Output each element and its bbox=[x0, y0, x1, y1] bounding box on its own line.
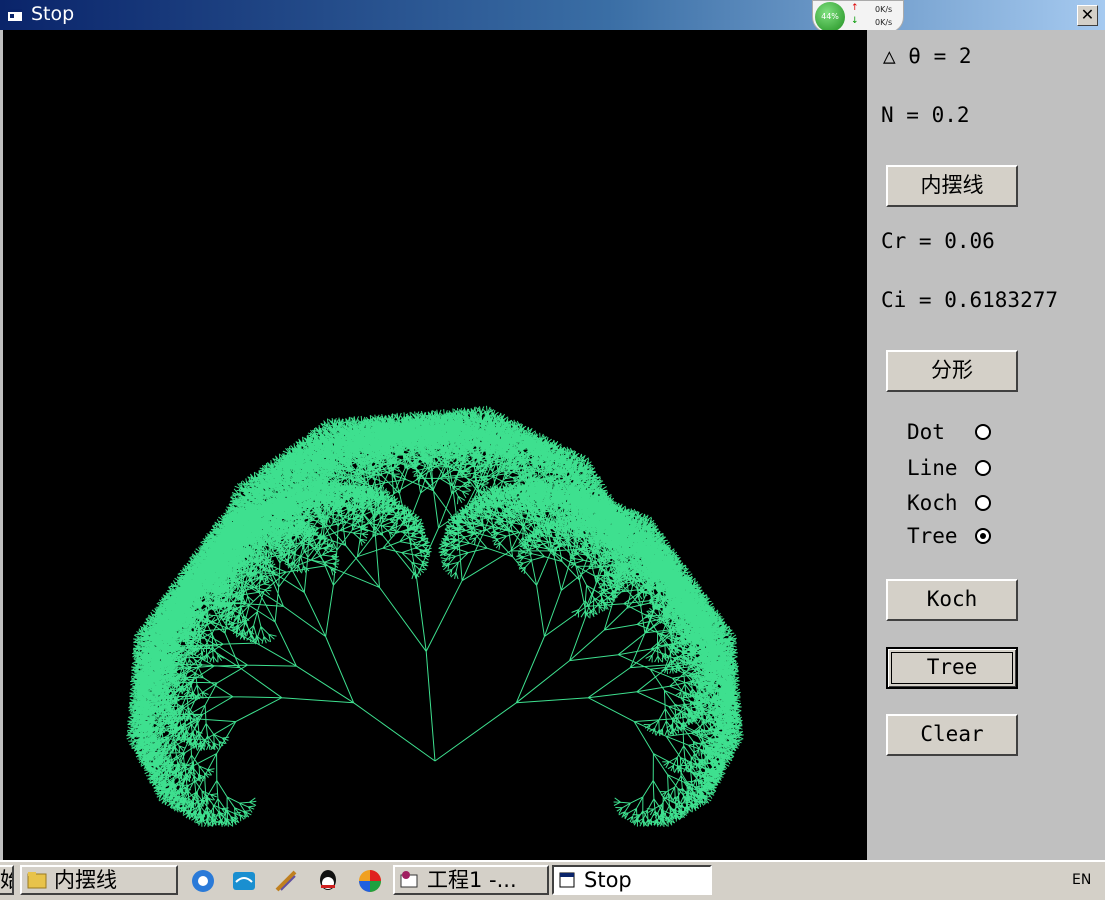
cpu-usage-ball: 44% bbox=[815, 2, 845, 32]
form-window-icon bbox=[559, 872, 575, 888]
task-folder[interactable]: 内摆线 bbox=[20, 865, 178, 895]
control-panel: △ θ = 2 N = 0.2 内摆线 Cr = 0.06 Ci = 0.618… bbox=[867, 30, 1103, 860]
language-indicator[interactable]: EN bbox=[1072, 872, 1091, 888]
n-label: N = 0.2 bbox=[881, 103, 970, 127]
clear-button[interactable]: Clear bbox=[886, 714, 1018, 756]
color-wheel-icon[interactable] bbox=[357, 868, 383, 894]
app-window-icon bbox=[8, 9, 22, 21]
hypocycloid-button[interactable]: 内摆线 bbox=[886, 165, 1018, 207]
task-vb-project[interactable]: 工程1 -... bbox=[393, 865, 549, 895]
title-bar[interactable]: Stop ✕ bbox=[0, 0, 1105, 30]
task-label: Stop bbox=[584, 868, 632, 892]
taskbar: 始 内摆线 工程1 -... Stop EN bbox=[0, 860, 1105, 900]
task-label: 工程1 -... bbox=[427, 868, 517, 892]
fractal-tree bbox=[126, 405, 744, 827]
upload-speed: 0K/s bbox=[875, 5, 893, 14]
qq-icon[interactable] bbox=[315, 868, 341, 894]
download-speed: 0K/s bbox=[875, 18, 893, 27]
folder-icon bbox=[27, 872, 47, 889]
close-button[interactable]: ✕ bbox=[1077, 5, 1098, 26]
task-stop-window[interactable]: Stop bbox=[552, 865, 712, 895]
start-button[interactable]: 始 bbox=[0, 865, 14, 895]
window-title: Stop bbox=[31, 3, 75, 25]
fractal-button[interactable]: 分形 bbox=[886, 350, 1018, 392]
drawing-canvas[interactable] bbox=[3, 30, 867, 860]
koch-button[interactable]: Koch bbox=[886, 579, 1018, 621]
radio-label-line: Line bbox=[907, 456, 958, 480]
radio-label-dot: Dot bbox=[907, 420, 945, 444]
cr-label: Cr = 0.06 bbox=[881, 229, 995, 253]
radio-tree[interactable] bbox=[975, 528, 991, 544]
browser-icon[interactable] bbox=[190, 868, 216, 894]
radio-koch[interactable] bbox=[975, 495, 991, 511]
tree-branches bbox=[126, 405, 744, 827]
ci-label: Ci = 0.6183277 bbox=[881, 288, 1059, 312]
vb-project-icon bbox=[400, 871, 418, 888]
ie-icon[interactable] bbox=[231, 868, 257, 894]
radio-line[interactable] bbox=[975, 460, 991, 476]
tools-icon[interactable] bbox=[273, 868, 299, 894]
download-arrow-icon: ↓ bbox=[851, 16, 859, 26]
task-label: 内摆线 bbox=[54, 868, 117, 892]
radio-selected-dot bbox=[980, 533, 986, 539]
radio-label-tree: Tree bbox=[907, 524, 958, 548]
radio-label-koch: Koch bbox=[907, 491, 958, 515]
theta-label: △ θ = 2 bbox=[883, 44, 972, 68]
network-monitor-widget[interactable]: 44% ↑ ↓ 0K/s 0K/s bbox=[812, 0, 904, 33]
upload-arrow-icon: ↑ bbox=[851, 3, 859, 13]
radio-dot[interactable] bbox=[975, 424, 991, 440]
tree-button[interactable]: Tree bbox=[886, 647, 1018, 689]
